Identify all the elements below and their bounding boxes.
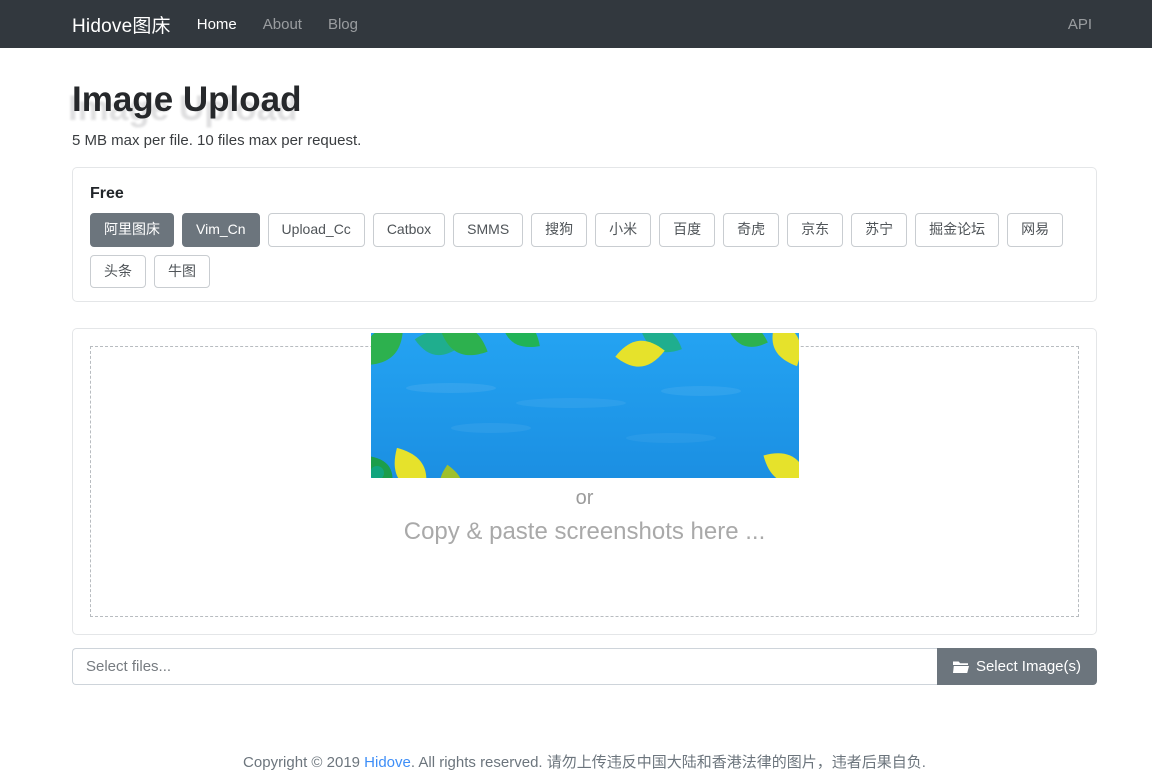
provider-button-京东[interactable]: 京东 xyxy=(787,213,843,247)
nav-item-api[interactable]: API xyxy=(1068,16,1092,33)
footer-legal-text: . All rights reserved. 请勿上传违反中国大陆和香港法律的图… xyxy=(411,754,926,771)
or-separator: or xyxy=(91,487,1078,510)
provider-button-头条[interactable]: 头条 xyxy=(90,255,146,289)
file-input[interactable] xyxy=(72,648,937,685)
provider-button-小米[interactable]: 小米 xyxy=(595,213,651,247)
folder-open-icon xyxy=(953,660,969,674)
brand-logo[interactable]: Hidove图床 xyxy=(72,11,171,38)
footer: Copyright © 2019 Hidove. All rights rese… xyxy=(72,751,1097,772)
provider-button-百度[interactable]: 百度 xyxy=(659,213,715,247)
provider-button-SMMS[interactable]: SMMS xyxy=(453,213,523,247)
provider-button-阿里图床[interactable]: 阿里图床 xyxy=(90,213,174,247)
provider-button-搜狗[interactable]: 搜狗 xyxy=(531,213,587,247)
nav-item-about[interactable]: About xyxy=(263,16,302,33)
provider-button-网易[interactable]: 网易 xyxy=(1007,213,1063,247)
provider-group-label: Free xyxy=(90,185,1079,203)
provider-button-group: 阿里图床Vim_CnUpload_CcCatboxSMMS搜狗小米百度奇虎京东苏… xyxy=(90,213,1079,288)
provider-button-奇虎[interactable]: 奇虎 xyxy=(723,213,779,247)
page-subtitle: 5 MB max per file. 10 files max per requ… xyxy=(72,132,1097,149)
provider-button-牛图[interactable]: 牛图 xyxy=(154,255,210,289)
provider-button-苏宁[interactable]: 苏宁 xyxy=(851,213,907,247)
file-input-group: Select Image(s) xyxy=(72,648,1097,685)
top-navbar: Hidove图床 Home About Blog API xyxy=(0,0,1152,48)
provider-button-掘金论坛[interactable]: 掘金论坛 xyxy=(915,213,999,247)
footer-hidove-link[interactable]: Hidove xyxy=(364,754,411,771)
provider-button-Catbox[interactable]: Catbox xyxy=(373,213,445,247)
paste-hint: Copy & paste screenshots here ... xyxy=(91,518,1078,546)
page-title: Image Upload xyxy=(72,80,1097,120)
upload-card: or Copy & paste screenshots here ... xyxy=(72,328,1097,635)
dropzone[interactable]: or Copy & paste screenshots here ... xyxy=(90,346,1079,617)
nav-item-home[interactable]: Home xyxy=(197,16,237,33)
provider-button-Upload_Cc[interactable]: Upload_Cc xyxy=(268,213,365,247)
footer-copyright-text: Copyright © 2019 xyxy=(243,754,364,771)
nav-item-blog[interactable]: Blog xyxy=(328,16,358,33)
provider-card: Free 阿里图床Vim_CnUpload_CcCatboxSMMS搜狗小米百度… xyxy=(72,167,1097,302)
banner-image xyxy=(371,333,799,478)
select-images-button-label: Select Image(s) xyxy=(976,658,1081,675)
provider-button-Vim_Cn[interactable]: Vim_Cn xyxy=(182,213,260,247)
select-images-button[interactable]: Select Image(s) xyxy=(937,648,1097,685)
